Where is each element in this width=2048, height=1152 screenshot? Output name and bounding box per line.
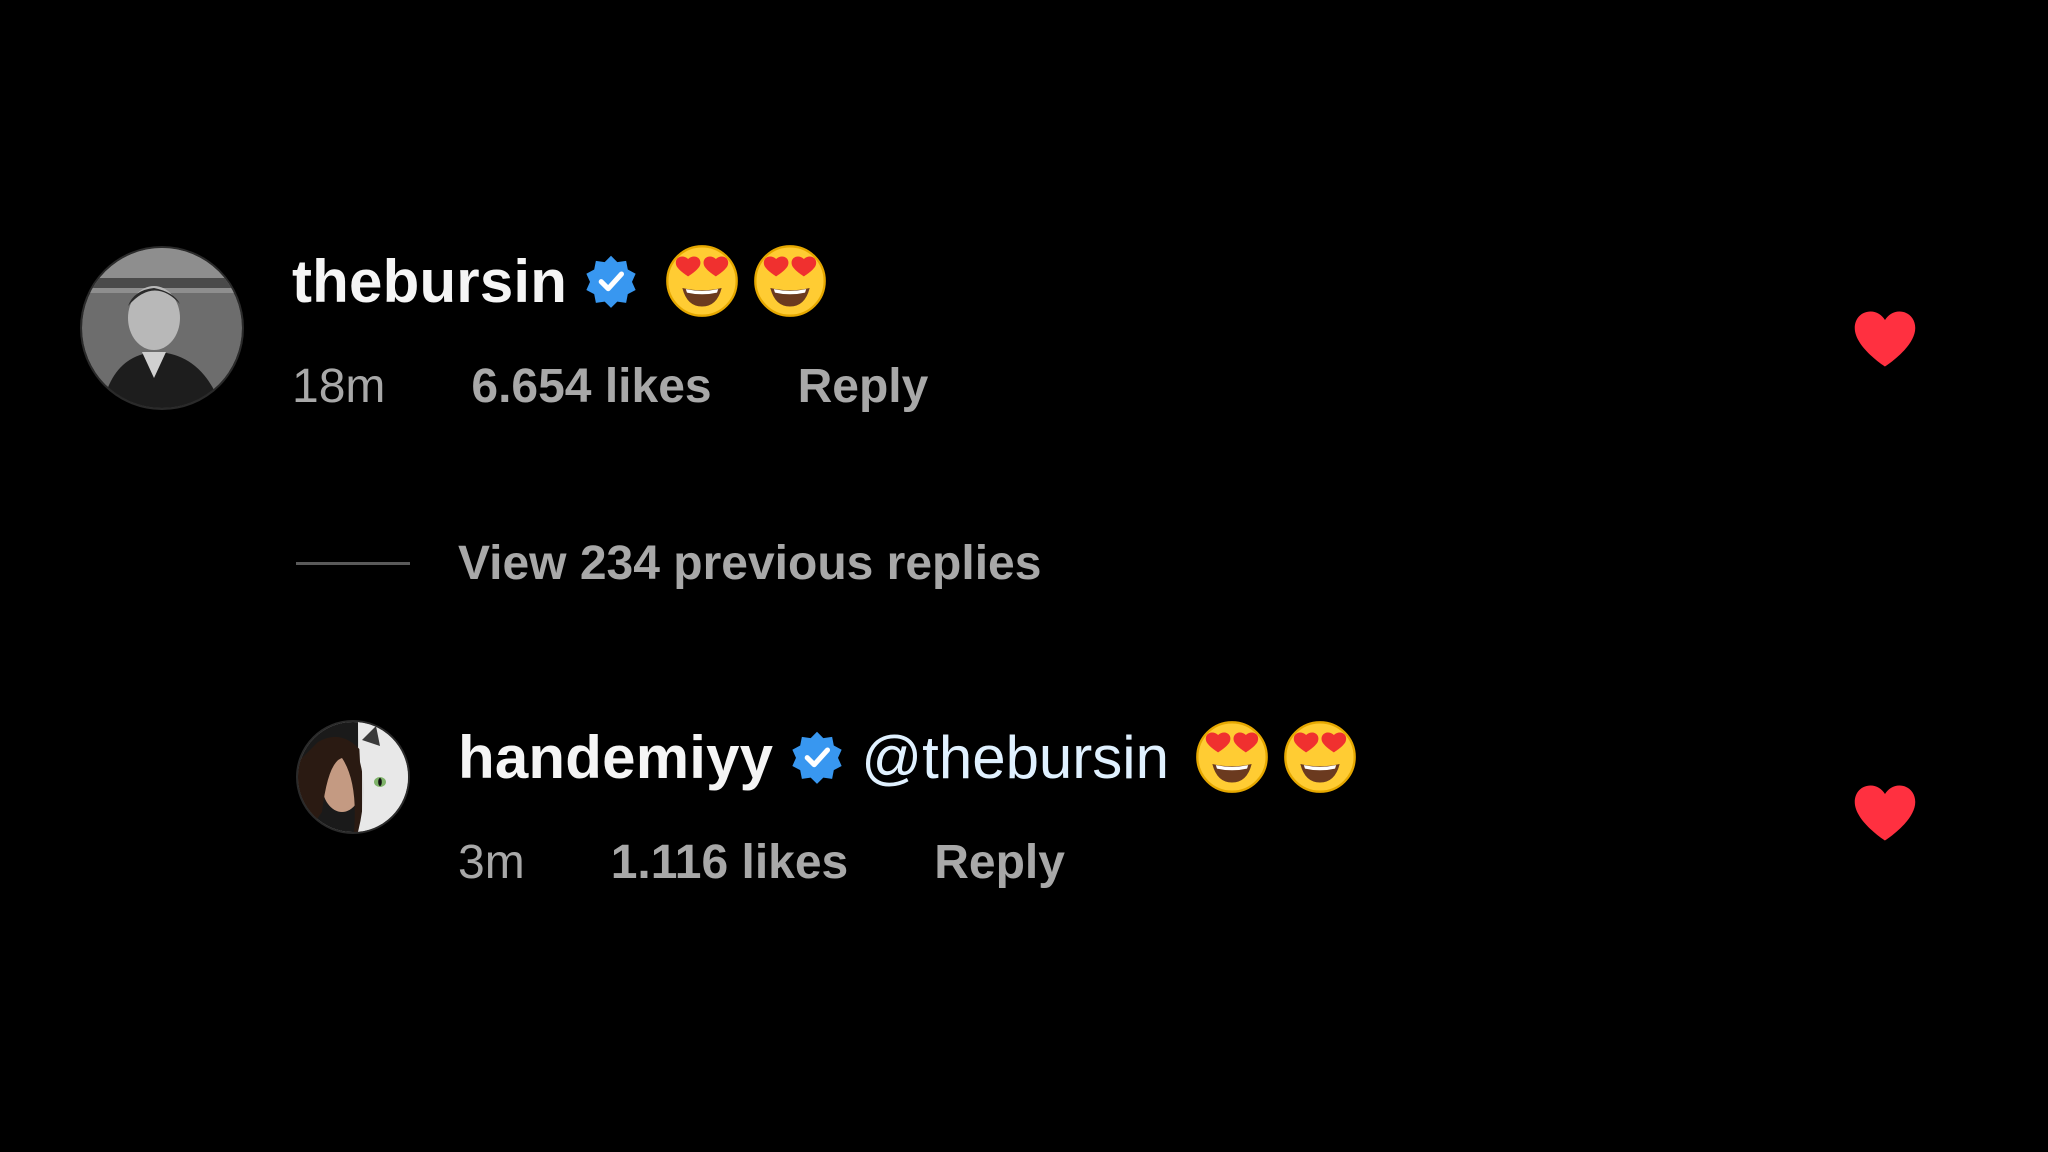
view-previous-replies-button[interactable]: View 234 previous replies [296, 536, 1041, 591]
comment-likes-count[interactable]: 1.116 likes [611, 835, 849, 890]
verified-badge-icon [583, 253, 639, 309]
verified-badge-icon [789, 729, 845, 785]
like-heart-icon[interactable] [1852, 310, 1918, 368]
reply-button[interactable]: Reply [798, 359, 929, 414]
heart-eyes-emoji-icon [665, 244, 739, 318]
heart-eyes-emoji-icon [1195, 720, 1269, 794]
heart-eyes-emoji-icon [753, 244, 827, 318]
comment-username[interactable]: handemiyy [458, 723, 773, 792]
comment-timestamp: 18m [292, 359, 386, 413]
reply-button[interactable]: Reply [934, 835, 1065, 890]
heart-eyes-emoji-icon [1283, 720, 1357, 794]
comment-username[interactable]: thebursin [292, 247, 567, 316]
mention-link[interactable]: @thebursin [861, 723, 1169, 792]
like-heart-icon[interactable] [1852, 784, 1918, 842]
view-replies-label: View 234 previous replies [458, 537, 1042, 590]
avatar-handemiyy[interactable] [296, 720, 410, 834]
replies-divider [296, 562, 410, 565]
comment-likes-count[interactable]: 6.654 likes [471, 359, 711, 414]
comment-timestamp: 3m [458, 835, 525, 889]
avatar-thebursin[interactable] [80, 246, 244, 410]
